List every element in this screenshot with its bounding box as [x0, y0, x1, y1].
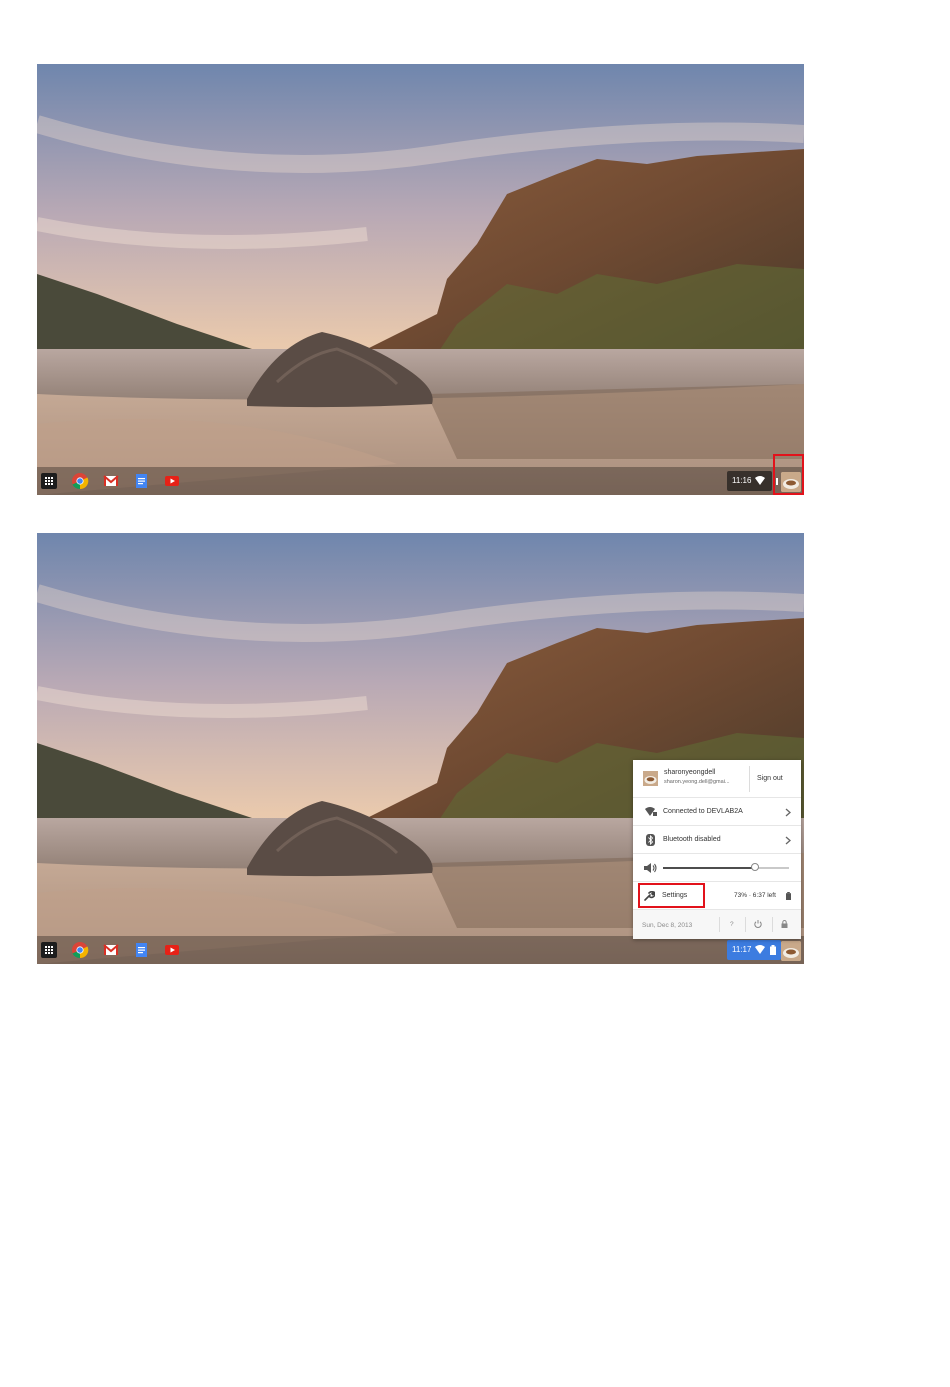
divider	[749, 766, 750, 792]
battery-status: 73% · 6:37 left	[734, 892, 776, 899]
battery-icon	[786, 892, 791, 900]
chrome-icon[interactable]	[71, 941, 89, 959]
docs-icon[interactable]	[132, 472, 150, 490]
wifi-icon	[755, 945, 765, 954]
help-button[interactable]: ?	[730, 921, 734, 928]
lock-icon[interactable]	[781, 920, 788, 928]
desktop-screenshot-2: 11:17 sharonyeongdell sharon.yeong.dell@…	[37, 533, 804, 964]
bluetooth-icon	[646, 834, 655, 846]
gmail-icon[interactable]	[102, 472, 120, 490]
bluetooth-row[interactable]: Bluetooth disabled	[633, 826, 801, 854]
chrome-icon[interactable]	[71, 472, 89, 490]
volume-slider-knob[interactable]	[750, 863, 759, 871]
volume-slider[interactable]	[663, 863, 789, 871]
status-area[interactable]: 11:17	[727, 940, 781, 960]
network-row[interactable]: Connected to DEVLAB2A	[633, 798, 801, 826]
network-label: Connected to DEVLAB2A	[663, 808, 743, 815]
app-launcher-icon[interactable]	[41, 942, 57, 958]
wallpaper-image	[37, 64, 804, 495]
youtube-icon[interactable]	[163, 941, 181, 959]
volume-row	[633, 854, 801, 882]
user-avatar-icon	[643, 771, 658, 786]
date-label[interactable]: Sun, Dec 8, 2013	[642, 922, 692, 929]
power-icon[interactable]	[754, 920, 762, 928]
chevron-right-icon	[785, 836, 791, 845]
highlight-box-avatar	[773, 454, 804, 495]
volume-slider-fill	[663, 867, 755, 869]
wifi-icon	[755, 476, 765, 485]
gmail-icon[interactable]	[102, 941, 120, 959]
app-launcher-icon[interactable]	[41, 473, 57, 489]
divider	[719, 917, 720, 932]
bluetooth-label: Bluetooth disabled	[663, 836, 721, 843]
divider	[772, 917, 773, 932]
clock: 11:16	[732, 476, 752, 485]
user-email: sharon.yeong.dell@gmai...	[664, 779, 730, 785]
battery-icon	[770, 945, 776, 955]
system-tray-menu: sharonyeongdell sharon.yeong.dell@gmai..…	[633, 760, 801, 939]
volume-icon[interactable]	[644, 863, 657, 873]
highlight-box-settings	[638, 883, 705, 908]
user-name: sharonyeongdell	[664, 769, 716, 776]
docs-icon[interactable]	[132, 941, 150, 959]
shelf: 11:16	[37, 467, 804, 495]
status-area[interactable]: 11:16	[727, 471, 772, 491]
desktop-screenshot-1: 11:16	[37, 64, 804, 495]
youtube-icon[interactable]	[163, 472, 181, 490]
divider	[745, 917, 746, 932]
chevron-right-icon	[785, 808, 791, 817]
sign-out-button[interactable]: Sign out	[757, 775, 783, 782]
wifi-lock-icon	[645, 807, 657, 816]
user-row: sharonyeongdell sharon.yeong.dell@gmai..…	[633, 760, 801, 798]
shelf: 11:17	[37, 936, 804, 964]
date-row: Sun, Dec 8, 2013 ?	[633, 910, 801, 939]
avatar[interactable]	[781, 941, 801, 961]
clock: 11:17	[732, 945, 752, 954]
